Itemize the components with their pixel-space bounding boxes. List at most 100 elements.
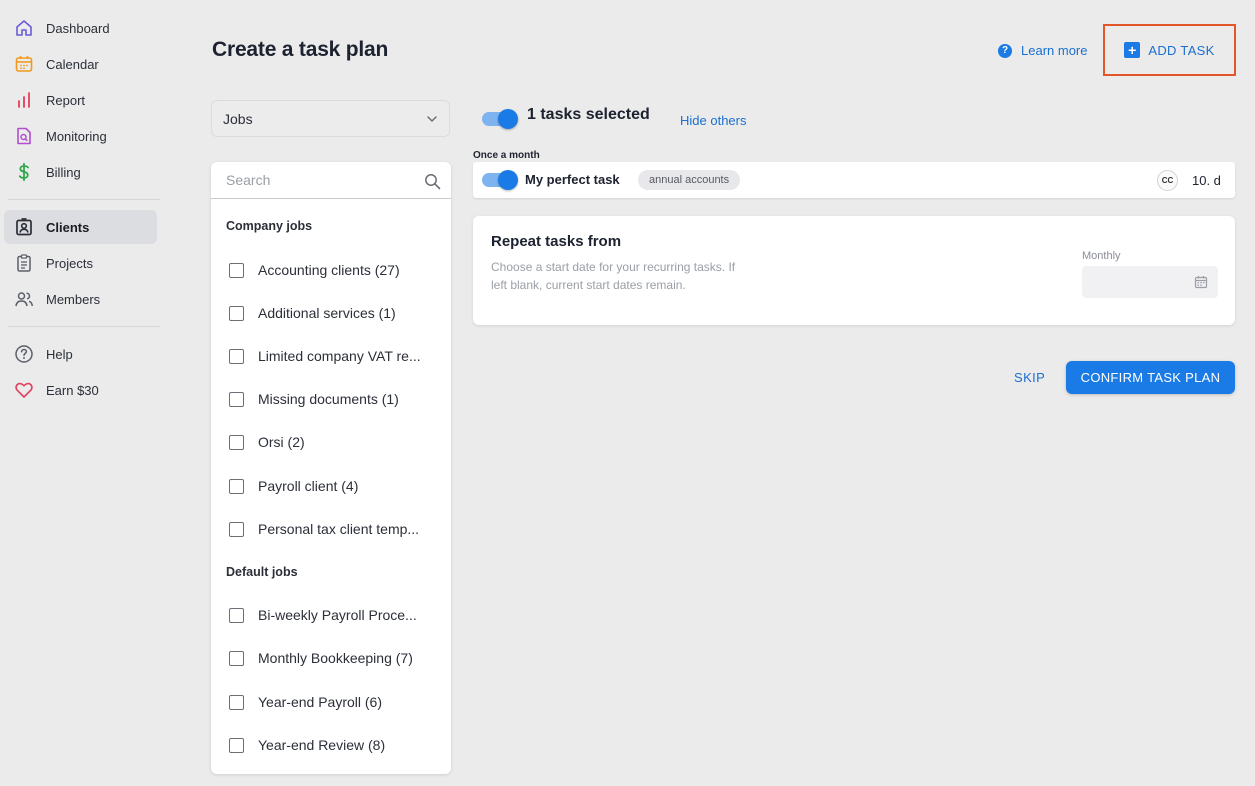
learn-more-link[interactable]: ? Learn more [998,43,1087,58]
sidebar-item-report[interactable]: Report [4,83,157,117]
chevron-down-icon [425,112,439,129]
search-icon[interactable] [424,173,441,195]
job-checkbox-row[interactable]: Bi-weekly Payroll Proce... [229,604,441,626]
job-checkbox-row[interactable]: Missing documents (1) [229,388,441,410]
search-box [211,162,451,199]
job-checkbox-row[interactable]: Personal tax client temp... [229,518,441,540]
checkbox[interactable] [229,478,244,494]
job-label: Additional services (1) [258,305,396,321]
job-checkbox-row[interactable]: Payroll client (4) [229,475,441,497]
plus-icon: + [1124,42,1141,58]
search-input[interactable] [226,172,416,188]
job-label: Payroll client (4) [258,478,359,494]
question-circle-icon [13,343,35,365]
task-toggle[interactable] [482,170,518,190]
checkbox[interactable] [229,607,244,623]
checkbox[interactable] [229,391,244,407]
heart-icon [13,379,35,401]
job-checkbox-row[interactable]: Monthly Bookkeeping (7) [229,647,441,669]
job-label: Monthly Bookkeeping (7) [258,650,413,666]
sidebar-item-label: Report [46,92,86,108]
sidebar-item-dashboard[interactable]: Dashboard [4,11,157,45]
select-all-toggle[interactable] [482,109,518,129]
job-label: Year-end Review (8) [258,737,386,753]
sidebar-item-calendar[interactable]: Calendar [4,47,157,81]
sidebar-divider [8,199,160,200]
tasks-selected-count: 1 tasks selected [527,106,650,123]
job-label: Limited company VAT re... [258,348,421,364]
toggle-knob [498,170,518,190]
monthly-label: Monthly [1082,250,1121,262]
sidebar: Dashboard Calendar Report Monitoring Bil… [0,0,168,786]
hide-others-link[interactable]: Hide others [680,113,746,128]
checkbox[interactable] [229,650,244,666]
sidebar-item-members[interactable]: Members [4,282,157,316]
task-name: My perfect task [525,172,620,187]
task-tag: annual accounts [638,170,741,190]
home-icon [13,17,35,39]
job-checkbox-row[interactable]: Additional services (1) [229,302,441,324]
sidebar-item-clients[interactable]: Clients [4,210,157,244]
avatar[interactable]: CC [1157,170,1178,191]
sidebar-item-billing[interactable]: Billing [4,155,157,189]
help-icon: ? [998,43,1012,58]
checkbox[interactable] [229,434,244,450]
repeat-description: Choose a start date for your recurring t… [491,260,736,292]
sidebar-item-label: Billing [46,164,81,180]
bar-chart-icon [13,89,35,111]
job-label: Personal tax client temp... [258,521,420,537]
add-task-button[interactable]: + ADD TASK [1103,24,1236,76]
checkbox[interactable] [229,694,244,710]
jobs-panel: Company jobs Accounting clients (27) Add… [211,162,451,774]
sidebar-item-label: Monitoring [46,128,107,144]
sidebar-divider [8,326,160,327]
repeat-tasks-card: Repeat tasks from Choose a start date fo… [473,216,1235,325]
frequency-label: Once a month [473,150,540,161]
repeat-title: Repeat tasks from [491,233,622,250]
checkbox[interactable] [229,521,244,537]
add-task-label: ADD TASK [1148,42,1215,58]
group-heading-default-jobs: Default jobs [226,565,298,579]
jobs-dropdown-value: Jobs [223,110,253,127]
sidebar-item-help[interactable]: Help [4,337,157,371]
sidebar-item-label: Dashboard [46,20,110,36]
sidebar-item-earn[interactable]: Earn $30 [4,373,157,407]
jobs-dropdown[interactable]: Jobs [211,100,450,137]
toggle-knob [498,109,518,129]
sidebar-item-label: Earn $30 [46,382,99,398]
task-row: My perfect task annual accounts CC 10. d [473,162,1235,198]
job-checkbox-row[interactable]: Year-end Payroll (6) [229,691,441,713]
sidebar-item-projects[interactable]: Projects [4,246,157,280]
job-checkbox-row[interactable]: Year-end Review (8) [229,734,441,756]
document-search-icon [13,125,35,147]
checkbox[interactable] [229,348,244,364]
checkbox[interactable] [229,262,244,278]
clipboard-icon [13,252,35,274]
confirm-task-plan-button[interactable]: CONFIRM TASK PLAN [1066,361,1235,394]
page-title: Create a task plan [212,38,389,61]
sidebar-item-label: Projects [46,255,93,271]
skip-button[interactable]: SKIP [1014,370,1045,385]
calendar-icon [13,53,35,75]
sidebar-item-monitoring[interactable]: Monitoring [4,119,157,153]
job-checkbox-row[interactable]: Limited company VAT re... [229,345,441,367]
calendar-icon[interactable] [1194,275,1208,294]
checkbox[interactable] [229,305,244,321]
start-date-field[interactable] [1082,266,1218,298]
sidebar-item-label: Members [46,291,101,307]
users-icon [13,288,35,310]
job-label: Bi-weekly Payroll Proce... [258,607,417,623]
job-label: Accounting clients (27) [258,262,400,278]
dollar-icon [13,161,35,183]
contact-card-icon [13,216,35,238]
sidebar-item-label: Help [46,346,73,362]
job-label: Missing documents (1) [258,391,399,407]
job-label: Year-end Payroll (6) [258,694,382,710]
checkbox[interactable] [229,737,244,753]
job-label: Orsi (2) [258,434,305,450]
task-due: 10. d [1192,173,1221,188]
job-checkbox-row[interactable]: Accounting clients (27) [229,259,441,281]
group-heading-company-jobs: Company jobs [226,219,313,233]
job-checkbox-row[interactable]: Orsi (2) [229,431,441,453]
sidebar-item-label: Clients [46,219,90,235]
